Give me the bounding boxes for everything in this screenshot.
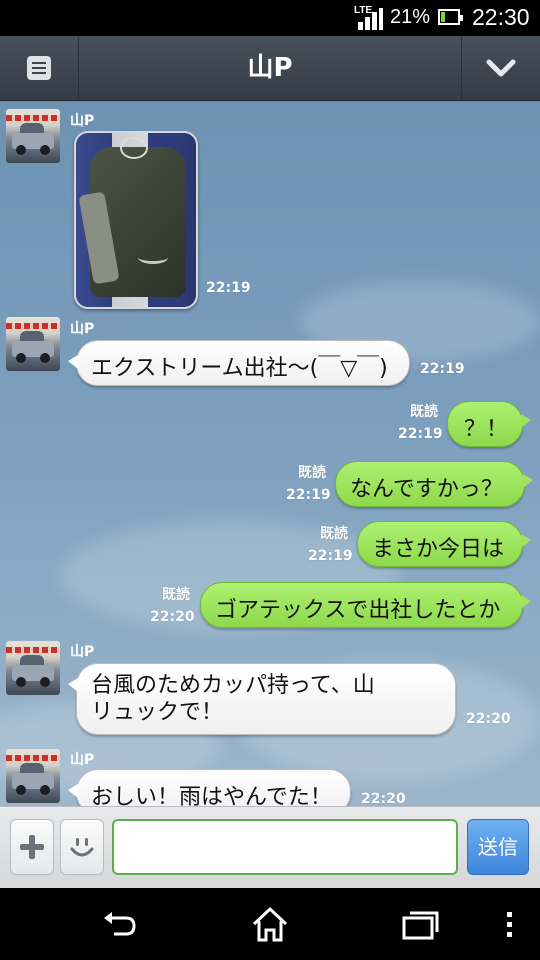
message-bubble[interactable]: なんですかっ？ (335, 461, 533, 507)
chat-header: 山P (0, 36, 540, 101)
battery-percent: 21% (390, 6, 431, 28)
sender-name: 山P (70, 752, 95, 768)
avatar[interactable] (6, 641, 60, 695)
signal-icon (358, 8, 384, 30)
read-receipt: 既読 (410, 404, 438, 420)
battery-icon (438, 9, 463, 25)
chat-area[interactable]: 山P 22:19 山P エクストリーム出社〜(￣▽￣) 22:19 既読 22:… (0, 101, 540, 806)
message-time: 22:19 (420, 361, 465, 377)
send-button[interactable]: 送信 (467, 819, 529, 875)
message-bubble[interactable]: ？！ (447, 401, 531, 447)
input-bar: 送信 (0, 806, 540, 889)
avatar[interactable] (6, 317, 60, 371)
more-vert-icon (507, 912, 512, 937)
message-text: エクストリーム出社〜(￣▽￣) (91, 356, 388, 381)
clock: 22:30 (472, 4, 530, 30)
message-bubble[interactable]: ゴアテックスで出社したとか (200, 582, 531, 628)
add-button[interactable] (10, 819, 54, 875)
read-receipt: 既読 (162, 587, 190, 603)
message-bubble[interactable]: まさか今日は (357, 521, 531, 567)
message-time: 22:19 (308, 548, 353, 564)
chat-title: 山P (247, 53, 293, 83)
home-icon (252, 907, 288, 942)
recent-apps-icon (402, 911, 439, 940)
back-button[interactable] (100, 904, 140, 944)
smiley-icon (70, 838, 94, 857)
message-time: 22:20 (361, 791, 406, 806)
chevron-down-icon (486, 59, 516, 77)
message-time: 22:19 (286, 487, 331, 503)
message-bubble[interactable]: おしい！雨はやんでた！ (68, 769, 351, 806)
message-text: ？！ (464, 417, 509, 442)
avatar[interactable] (6, 749, 60, 803)
photo-message[interactable] (74, 131, 198, 309)
expand-button[interactable] (461, 36, 540, 100)
emoticon-button[interactable] (60, 819, 104, 875)
message-text-line: リュックで！ (91, 700, 224, 725)
message-bubble[interactable]: エクストリーム出社〜(￣▽￣) (68, 340, 410, 386)
recent-apps-button[interactable] (400, 904, 440, 944)
message-time: 22:20 (150, 609, 195, 625)
sender-name: 山P (70, 644, 95, 660)
overflow-menu-button[interactable] (496, 904, 524, 944)
read-receipt: 既読 (298, 465, 326, 481)
status-bar: LTE 21% 22:30 (0, 0, 540, 36)
avatar[interactable] (6, 109, 60, 163)
plus-icon (20, 835, 44, 859)
message-text-line: 台風のためカッパ持って、山 (91, 673, 375, 698)
message-time: 22:19 (398, 426, 443, 442)
message-text: ゴアテックスで出社したとか (215, 598, 501, 623)
message-text: まさか今日は (372, 537, 505, 562)
message-time: 22:19 (206, 280, 251, 296)
sender-name: 山P (70, 321, 95, 337)
read-receipt: 既読 (320, 526, 348, 542)
message-text: おしい！雨はやんでた！ (91, 785, 332, 806)
back-icon (104, 912, 136, 936)
system-nav-bar (0, 888, 540, 960)
message-bubble[interactable]: 台風のためカッパ持って、山 リュックで！ (68, 663, 456, 735)
note-icon (27, 56, 51, 80)
message-time: 22:20 (466, 711, 511, 727)
message-input[interactable] (112, 819, 458, 875)
sender-name: 山P (70, 113, 95, 129)
message-text: なんですかっ？ (350, 477, 503, 502)
home-button[interactable] (250, 904, 290, 944)
menu-button[interactable] (0, 36, 79, 100)
